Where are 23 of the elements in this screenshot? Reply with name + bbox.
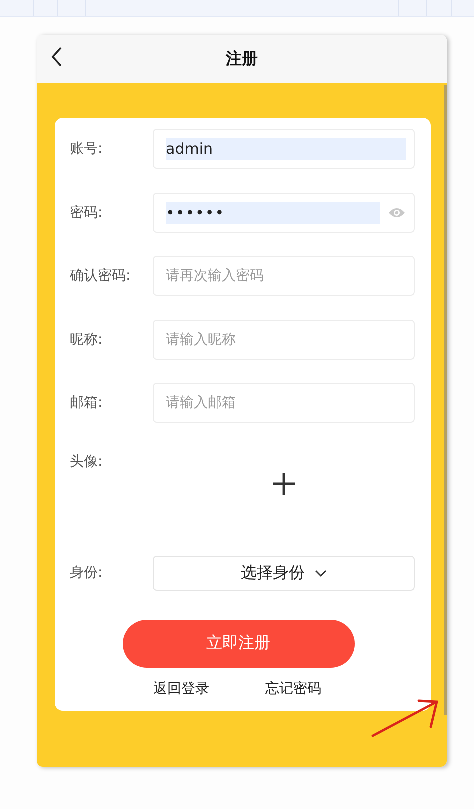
scrollbar[interactable] [444,85,447,715]
plus-icon[interactable] [273,472,295,494]
field-value: admin [166,138,406,160]
placeholder-text: 请输入邮箱 [166,394,237,413]
field-label: 账号: [70,140,104,158]
back-icon[interactable] [51,47,63,67]
text-link[interactable]: 忘记密码 [266,680,322,698]
field-label: 密码: [70,204,104,222]
input-field[interactable]: •••••• [153,192,415,232]
chevron-down-icon [315,570,327,576]
field-label: 身份: [70,564,104,582]
arrow-drawing [371,699,441,739]
field-value: •••••• [166,202,380,224]
select-dropdown[interactable]: 选择身份 [153,556,415,590]
placeholder-text: 请再次输入密码 [166,267,265,286]
text-link[interactable]: 返回登录 [154,680,210,698]
field-label: 确认密码: [70,267,132,285]
placeholder-text: 请输入昵称 [166,330,237,350]
page-title: 注册 [226,48,258,70]
input-field[interactable]: admin [153,129,415,169]
field-label: 邮箱: [70,394,104,412]
field-label: 昵称: [70,330,104,348]
field-label: 头像: [70,452,104,470]
